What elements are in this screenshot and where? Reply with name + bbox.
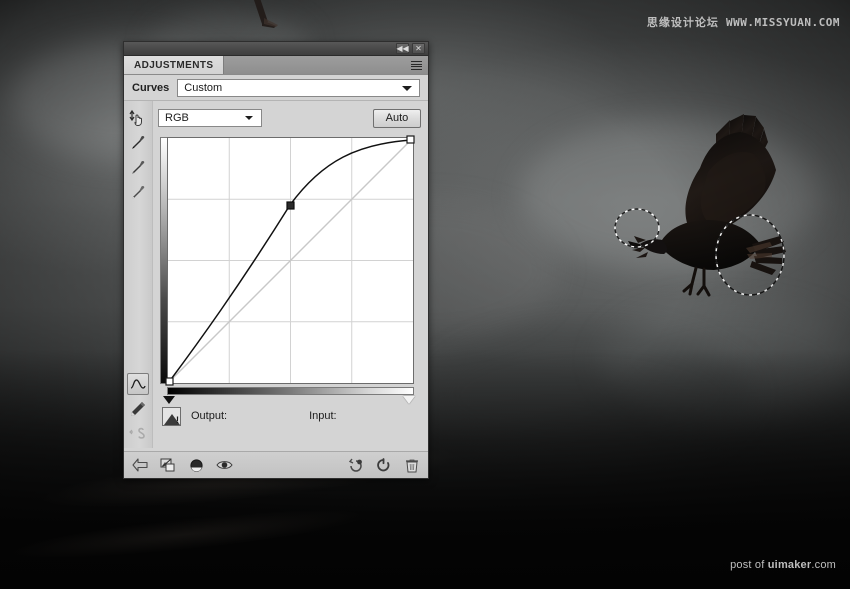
curves-tool-rail: [124, 101, 153, 448]
watermark-bottom-suffix: .com: [811, 559, 836, 571]
delete-adjustment-layer-button[interactable]: [403, 457, 420, 474]
clip-to-layer-button[interactable]: [160, 457, 177, 474]
chevron-down-icon: [245, 116, 253, 120]
black-point-eyedropper-tool[interactable]: [127, 132, 149, 154]
smooth-curve-values-tool[interactable]: [127, 423, 149, 445]
close-icon[interactable]: ✕: [412, 43, 425, 54]
white-point-eyedropper-tool[interactable]: [127, 182, 149, 204]
preset-row: Curves Custom: [124, 75, 428, 101]
panel-tabbar: ADJUSTMENTS: [124, 56, 428, 75]
watermark-top-url: WWW.MISSYUAN.COM: [726, 16, 840, 29]
watermark-top-cn: 思缘设计论坛: [647, 16, 719, 29]
reset-adjustment-button[interactable]: [375, 457, 392, 474]
watermark-bottom: post of uimaker.com: [730, 559, 836, 571]
watermark-bottom-prefix: post of: [730, 559, 768, 571]
panel-body: RGB Auto: [124, 101, 428, 448]
curve-grid[interactable]: [167, 137, 414, 384]
collapse-icon[interactable]: ◀◀: [396, 43, 409, 54]
pencil-draw-curve-tool[interactable]: [127, 398, 149, 420]
view-previous-state-alt-button[interactable]: [347, 457, 364, 474]
preset-select[interactable]: Custom: [177, 79, 420, 97]
return-to-adjustment-list-button[interactable]: [132, 457, 149, 474]
tab-adjustments[interactable]: ADJUSTMENTS: [124, 56, 224, 74]
view-previous-state-button[interactable]: [188, 457, 205, 474]
auto-button-label: Auto: [386, 112, 409, 124]
adjustments-panel: ◀◀ ✕ ADJUSTMENTS Curves Custom: [123, 41, 429, 479]
white-point-slider[interactable]: [403, 396, 415, 404]
panel-titlebar: ◀◀ ✕: [124, 42, 428, 56]
output-input-row: ! Output: Input:: [158, 399, 421, 433]
preset-label: Curves: [132, 82, 169, 94]
input-ramp: [167, 387, 414, 395]
output-ramp: [160, 137, 167, 384]
black-point-slider[interactable]: [163, 396, 175, 404]
preset-select-value: Custom: [184, 82, 222, 94]
gray-point-eyedropper-tool[interactable]: [127, 157, 149, 179]
chevron-down-icon: [402, 86, 412, 91]
tabbar-empty-area: [224, 56, 428, 74]
auto-button[interactable]: Auto: [373, 109, 421, 128]
tab-adjustments-label: ADJUSTMENTS: [134, 60, 213, 71]
watermark-top: 思缘设计论坛 WWW.MISSYUAN.COM: [647, 14, 840, 30]
curves-content: RGB Auto: [153, 101, 428, 448]
channel-row: RGB Auto: [158, 105, 421, 131]
curve-point-midtone: [287, 202, 294, 209]
panel-footer: [124, 451, 428, 478]
panel-menu-icon[interactable]: [408, 59, 424, 72]
edit-points-curve-tool[interactable]: [127, 373, 149, 395]
curve-plot[interactable]: [168, 138, 413, 383]
input-label: Input:: [309, 410, 337, 422]
channel-select[interactable]: RGB: [158, 109, 262, 127]
curve-point-highlight: [407, 136, 414, 143]
curve-point-shadow: [166, 378, 173, 385]
targeted-adjustment-tool[interactable]: [127, 107, 149, 129]
histogram-warning-icon[interactable]: !: [162, 407, 181, 426]
preview-toggle-button[interactable]: [216, 457, 233, 474]
watermark-bottom-brand: uimaker: [768, 559, 812, 571]
output-label: Output:: [191, 410, 227, 422]
channel-select-value: RGB: [165, 112, 189, 124]
curve-editor[interactable]: [158, 137, 414, 387]
photoshop-canvas: 思缘设计论坛 WWW.MISSYUAN.COM post of uimaker.…: [0, 0, 850, 589]
